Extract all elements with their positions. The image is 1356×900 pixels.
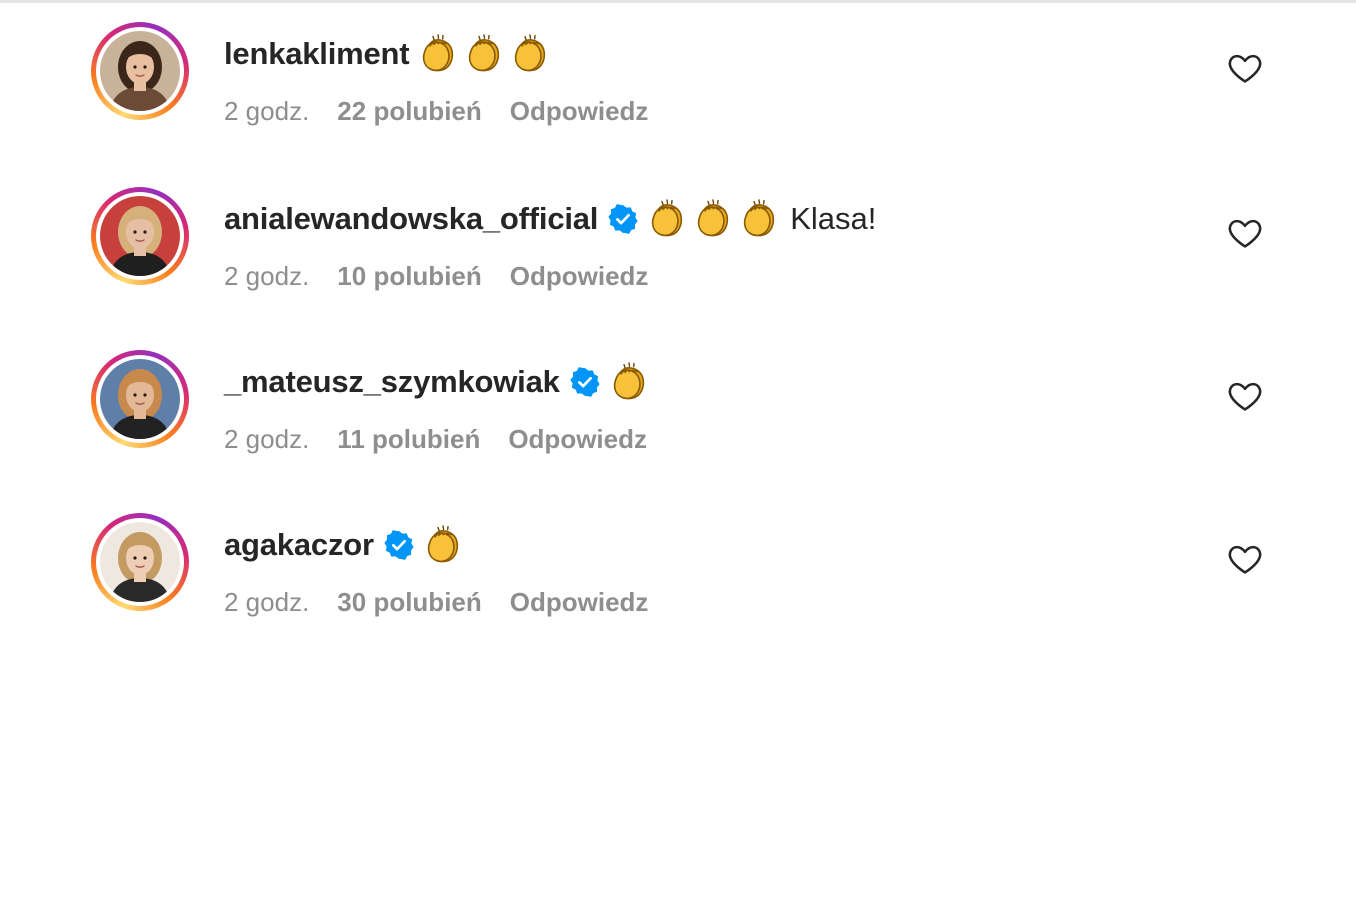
- clap-emojis: [648, 198, 786, 240]
- likes-count[interactable]: 10 polubień: [337, 261, 481, 292]
- username-link[interactable]: agakaczor: [224, 527, 374, 563]
- avatar-story-ring[interactable]: [91, 513, 189, 611]
- comment-time[interactable]: 2 godz.: [224, 424, 309, 455]
- comment-line: anialewandowska_official Klasa!: [224, 195, 876, 243]
- comment-time[interactable]: 2 godz.: [224, 96, 309, 127]
- comment-time[interactable]: 2 godz.: [224, 587, 309, 618]
- comment-text: Klasa!: [790, 201, 877, 236]
- username-link[interactable]: lenkakliment: [224, 36, 410, 72]
- reply-button[interactable]: Odpowiedz: [510, 261, 649, 292]
- reply-button[interactable]: Odpowiedz: [510, 587, 649, 618]
- likes-count[interactable]: 22 polubień: [337, 96, 481, 127]
- heart-outline-icon[interactable]: [1226, 377, 1264, 415]
- comment-meta: 2 godz. 30 polubień Odpowiedz: [224, 587, 648, 618]
- heart-outline-icon[interactable]: [1226, 49, 1264, 87]
- clapping-hands-emoji: [648, 198, 688, 240]
- avatar[interactable]: [100, 522, 180, 602]
- clapping-hands-emoji: [740, 198, 780, 240]
- clapping-hands-emoji: [419, 33, 459, 75]
- comment-meta: 2 godz. 22 polubień Odpowiedz: [224, 96, 648, 127]
- comment-line: lenkakliment: [224, 30, 557, 78]
- comment-item: anialewandowska_official Klasa! 2 godz. …: [0, 165, 1356, 315]
- avatar[interactable]: [100, 359, 180, 439]
- comment-item: _mateusz_szymkowiak 2 godz. 11 polubień …: [0, 328, 1356, 478]
- heart-outline-icon[interactable]: [1226, 214, 1264, 252]
- avatar[interactable]: [100, 31, 180, 111]
- clapping-hands-emoji: [610, 361, 650, 403]
- clap-emojis: [419, 33, 557, 75]
- clapping-hands-emoji: [424, 524, 464, 566]
- comment-item: lenkakliment 2 godz. 22 polubień Odpowie…: [0, 0, 1356, 150]
- clap-emojis: [610, 361, 656, 403]
- comment-line: _mateusz_szymkowiak: [224, 358, 656, 406]
- avatar-story-ring[interactable]: [91, 22, 189, 120]
- comment-time[interactable]: 2 godz.: [224, 261, 309, 292]
- comment-line: agakaczor: [224, 521, 470, 569]
- comment-meta: 2 godz. 11 polubień Odpowiedz: [224, 424, 647, 455]
- avatar[interactable]: [100, 196, 180, 276]
- likes-count[interactable]: 30 polubień: [337, 587, 481, 618]
- username-link[interactable]: anialewandowska_official: [224, 201, 598, 237]
- reply-button[interactable]: Odpowiedz: [508, 424, 647, 455]
- username-link[interactable]: _mateusz_szymkowiak: [224, 364, 560, 400]
- clapping-hands-emoji: [465, 33, 505, 75]
- avatar-story-ring[interactable]: [91, 350, 189, 448]
- likes-count[interactable]: 11 polubień: [337, 424, 480, 455]
- avatar-story-ring[interactable]: [91, 187, 189, 285]
- comment-meta: 2 godz. 10 polubień Odpowiedz: [224, 261, 648, 292]
- verified-badge-icon: [608, 204, 638, 234]
- verified-badge-icon: [384, 530, 414, 560]
- heart-outline-icon[interactable]: [1226, 540, 1264, 578]
- verified-badge-icon: [570, 367, 600, 397]
- comment-item: agakaczor 2 godz. 30 polubień Odpowiedz: [0, 491, 1356, 641]
- reply-button[interactable]: Odpowiedz: [510, 96, 649, 127]
- clapping-hands-emoji: [694, 198, 734, 240]
- clap-emojis: [424, 524, 470, 566]
- clapping-hands-emoji: [511, 33, 551, 75]
